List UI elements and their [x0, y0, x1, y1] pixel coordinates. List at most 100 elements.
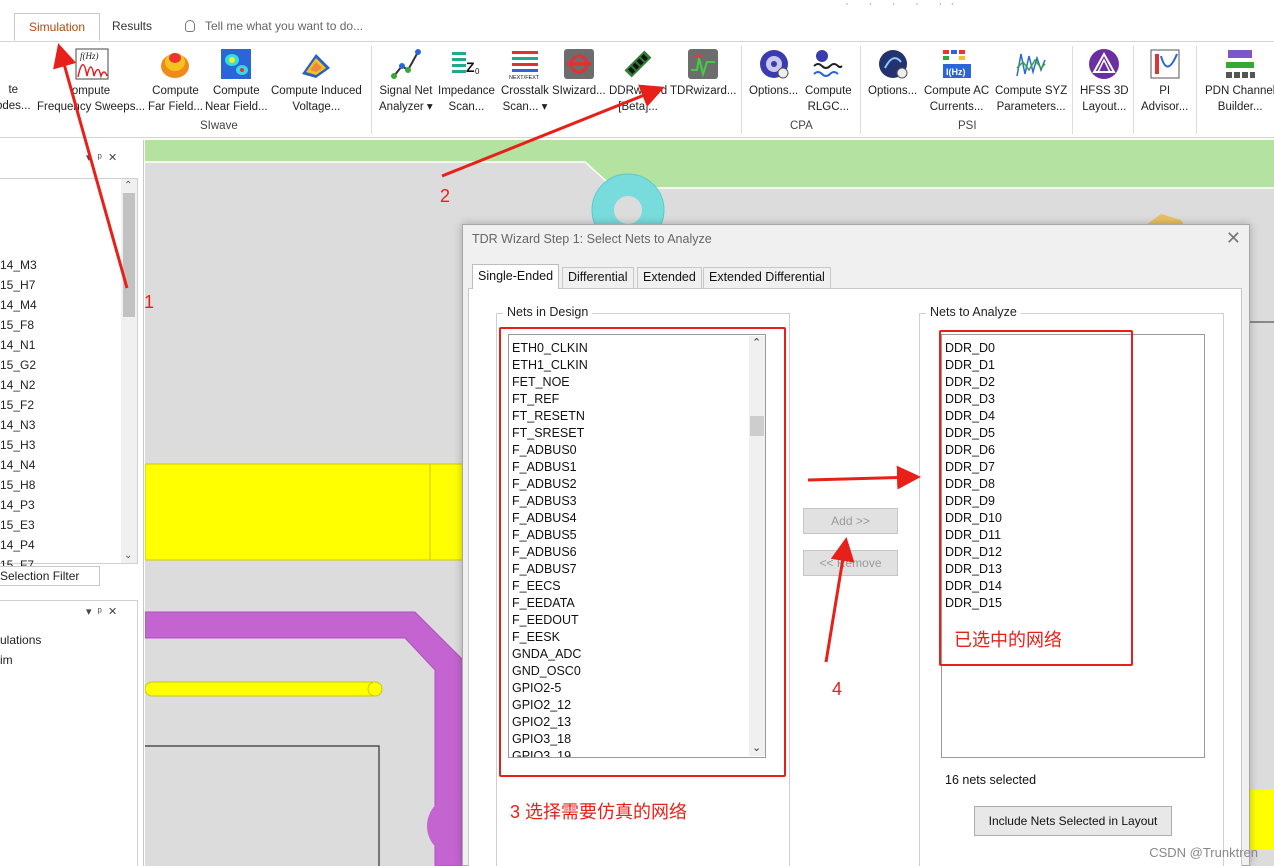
induced-voltage-icon [300, 48, 332, 80]
ribbon-button-line2: Analyzer ▾ [379, 101, 433, 113]
nets-in-design-label: Nets in Design [503, 305, 593, 319]
tab-single-ended[interactable]: Single-Ended [472, 264, 560, 289]
net-list-item[interactable]: 15_F8 [0, 318, 34, 332]
ribbon-button-line1: Compute [152, 85, 199, 97]
dialog-title: TDR Wizard Step 1: Select Nets to Analyz… [472, 232, 712, 246]
tell-me-search[interactable]: Tell me what you want to do... [185, 19, 363, 33]
ribbon-button-line1: Compute [212, 85, 260, 97]
psi-options-button[interactable]: Options... [868, 48, 917, 99]
net-list-scrollbar[interactable]: ⌃ ⌄ [121, 179, 137, 563]
net-list-item[interactable]: 15_E3 [0, 518, 35, 532]
net-list-item[interactable]: 15_F2 [0, 398, 34, 412]
ribbon-button-line1: HFSS 3D [1080, 85, 1129, 97]
net-list: 14_M3 15_H7 14_M4 15_F8 14_N1 15_G2 14_N2 15_F2… [0, 178, 138, 572]
ribbon-button-partial[interactable]: te odes... [0, 82, 31, 114]
impedance-scan-button[interactable]: Z0 Impedance Scan... [438, 48, 495, 115]
pin-icon[interactable]: ᵖ [98, 152, 102, 164]
ribbon-button-line1: Impedance [438, 85, 495, 97]
include-nets-selected-in-layout-button[interactable]: Include Nets Selected in Layout [974, 806, 1172, 836]
add-button[interactable]: Add >> [803, 508, 898, 534]
svg-text:I(Hz): I(Hz) [946, 67, 966, 77]
net-list-item[interactable]: 15_H3 [0, 438, 35, 452]
net-list-item[interactable]: 14_N3 [0, 418, 35, 432]
net-list-item[interactable]: 14_P3 [0, 498, 35, 512]
ribbon-button-line2: Layout... [1082, 101, 1127, 113]
compute-near-field-button[interactable]: Compute Near Field... [205, 48, 268, 115]
ribbon-button-line2: Parameters... [996, 101, 1066, 113]
dropdown-arrow-icon[interactable]: ▾ [86, 152, 92, 164]
tree-item[interactable]: ulations [0, 633, 41, 647]
net-list-item[interactable]: 15_H7 [0, 278, 35, 292]
ddrwizard-button[interactable]: DDRwizard [Beta]... [609, 48, 667, 115]
pi-advisor-button[interactable]: PI Advisor... [1141, 48, 1188, 115]
hfss-3d-layout-button[interactable]: HFSS 3D Layout... [1080, 48, 1129, 115]
net-list-item[interactable]: 14_N4 [0, 458, 35, 472]
siwizard-button[interactable]: SIwizard... [552, 48, 606, 99]
ribbon-button-line2: [Beta]... [618, 101, 658, 113]
group-label-siwave: SIwave [200, 120, 238, 132]
tab-extended-differential[interactable]: Extended Differential [703, 267, 831, 288]
compute-ac-currents-button[interactable]: I(Hz) Compute AC Currents... [924, 48, 989, 115]
psi-options-icon [877, 48, 909, 80]
ribbon-button-line1: Compute Induced [271, 85, 362, 97]
compute-frequency-sweeps-button[interactable]: f(Hz) ompute Frequency Sweeps... [37, 48, 145, 115]
svg-text:0: 0 [475, 67, 480, 76]
annotation-number-1: 1 [144, 292, 155, 312]
ribbon-button-line2: Near Field... [205, 101, 268, 113]
scroll-up-icon[interactable]: ⌃ [124, 180, 132, 191]
hfss-3d-layout-icon [1088, 48, 1120, 80]
net-list-item[interactable]: 14_P4 [0, 538, 35, 552]
cpa-options-button[interactable]: Options... [749, 48, 798, 99]
compute-induced-voltage-button[interactable]: Compute Induced Voltage... [271, 48, 362, 115]
left-dock-panel: ▾ ᵖ ✕ 14_M3 15_H7 14_M4 15_F8 14_N1 15_G2 14_N… [0, 140, 144, 866]
compute-far-field-button[interactable]: Compute Far Field... [148, 48, 203, 115]
crosstalk-scan-icon: NEXT/FEXT [509, 48, 541, 81]
tdrwizard-icon [687, 48, 719, 80]
tab-results[interactable]: Results [98, 13, 166, 41]
net-list-item[interactable]: 14_N2 [0, 378, 35, 392]
group-separator [1196, 46, 1197, 134]
ribbon-button-line1: Signal Net [379, 85, 433, 97]
compute-syz-parameters-button[interactable]: Compute SYZ Parameters... [995, 48, 1067, 115]
net-list-item[interactable]: 14_N1 [0, 338, 35, 352]
scroll-down-icon[interactable]: ⌄ [124, 550, 132, 561]
svg-text:f(Hz): f(Hz) [80, 51, 99, 61]
ribbon-button-line1: Compute SYZ [995, 85, 1068, 97]
group-label-psi: PSI [958, 120, 977, 132]
scroll-thumb[interactable] [123, 193, 135, 317]
net-list-item[interactable]: 14_M4 [0, 298, 37, 312]
signal-net-analyzer-button[interactable]: Signal Net Analyzer ▾ [379, 48, 433, 115]
annotation-number-2: 2 [440, 186, 451, 206]
selection-filter-tab[interactable]: Selection Filter [0, 566, 100, 586]
ribbon-button-line2: Currents... [929, 101, 984, 113]
annotation-box-nets-in-design [499, 327, 786, 777]
crosstalk-scan-button[interactable]: NEXT/FEXT Crosstalk Scan... ▾ [501, 48, 549, 115]
ribbon-button-line2: Scan... ▾ [502, 101, 548, 113]
remove-button[interactable]: << Remove [803, 550, 898, 576]
tdrwizard-button[interactable]: TDRwizard... [670, 48, 736, 99]
net-list-item[interactable]: 15_G2 [0, 358, 36, 372]
group-separator [860, 46, 861, 134]
lightbulb-icon [185, 20, 195, 32]
annotation-step-3: 3 选择需要仿真的网络 [510, 802, 688, 822]
compute-rlgc-button[interactable]: Compute RLGC... [805, 48, 852, 115]
ribbon-button-line1: Compute [805, 85, 852, 97]
tab-simulation[interactable]: Simulation [14, 13, 101, 41]
watermark: CSDN @Trunktren [1149, 845, 1258, 860]
title-bar-fragment: · · · · ·· [845, 0, 963, 10]
selected-count: 16 nets selected [945, 773, 1037, 787]
tab-extended[interactable]: Extended [637, 267, 702, 288]
tree-item[interactable]: im [0, 653, 13, 667]
group-separator [1133, 46, 1134, 134]
signal-net-analyzer-icon [390, 48, 422, 80]
net-list-item[interactable]: 14_M3 [0, 258, 37, 272]
ribbon-button-line1: DDRwizard [609, 85, 668, 97]
ribbon-button-line2: RLGC... [807, 101, 850, 113]
close-icon[interactable]: ✕ [108, 152, 117, 164]
pdn-channel-builder-button[interactable]: PDN Channel Builder... [1205, 48, 1274, 115]
net-list-item[interactable]: 15_H8 [0, 478, 35, 492]
ribbon-button-line1: Crosstalk [501, 85, 549, 97]
close-icon[interactable]: ✕ [1226, 228, 1241, 249]
simulations-tree: ulations im [0, 600, 138, 866]
tab-differential[interactable]: Differential [562, 267, 634, 288]
